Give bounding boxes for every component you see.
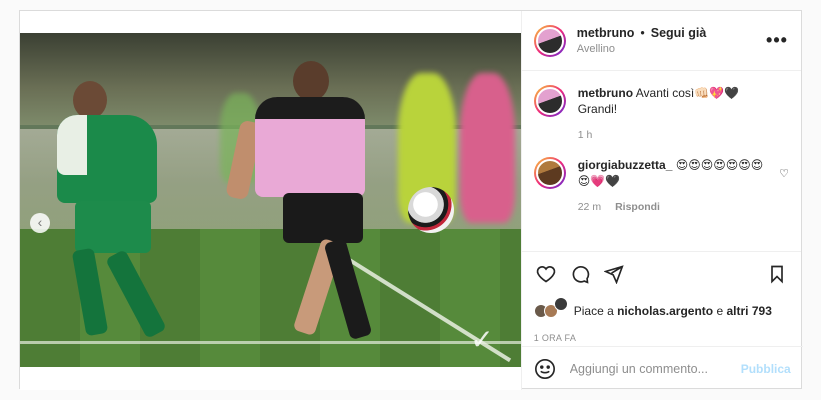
comment-text: Avanti così👊🏻💖🖤 <box>635 86 740 100</box>
list-item: metbruno Avanti così👊🏻💖🖤 Grandi! 1 h <box>533 85 789 143</box>
more-options-icon[interactable]: ••• <box>765 30 789 51</box>
post-location[interactable]: Avellino <box>577 43 765 55</box>
comment-username[interactable]: metbruno <box>578 86 633 100</box>
post-timestamp: 1 ORA FA <box>533 333 577 343</box>
comment-time: 22 m <box>577 201 602 213</box>
comments-list[interactable]: metbruno Avanti così👊🏻💖🖤 Grandi! 1 h gio… <box>522 71 801 251</box>
liker-avatar <box>553 297 568 311</box>
add-comment-bar: Pubblica <box>521 346 803 390</box>
following-button[interactable]: Segui già <box>651 26 707 40</box>
send-icon[interactable] <box>602 262 626 286</box>
bookmark-icon[interactable] <box>765 262 789 286</box>
photo-background-player <box>460 73 515 223</box>
photo-player-pink <box>225 61 375 361</box>
comment-text: 😍😍😍😍😍😍😍 <box>675 158 764 172</box>
comment-icon[interactable] <box>568 262 592 286</box>
post-media: ✓ ‹ <box>20 11 522 390</box>
liker-username[interactable]: nicholas.argento <box>617 304 713 318</box>
avatar[interactable] <box>533 157 566 189</box>
list-item: giorgiabuzzetta_ 😍😍😍😍😍😍😍 😍💗🖤 22 m Rispon… <box>533 157 789 215</box>
likes-others-count[interactable]: altri 793 <box>727 304 772 318</box>
photo-player-green <box>55 81 175 343</box>
smiley-icon[interactable] <box>534 358 556 380</box>
comment-text-line2: Grandi! <box>577 102 618 116</box>
post-photo[interactable]: ✓ ‹ <box>20 33 522 367</box>
club-watermark-icon: ✓ <box>470 324 494 355</box>
comment-username[interactable]: giorgiabuzzetta_ <box>578 158 673 172</box>
likes-summary[interactable]: Piace a nicholas.argento e altri 793 <box>533 297 789 325</box>
publish-button[interactable]: Pubblica <box>741 362 791 376</box>
likes-prefix: Piace a <box>573 304 614 318</box>
comment-time: 1 h <box>577 129 593 141</box>
photo-ball <box>408 187 454 233</box>
avatar[interactable] <box>533 85 566 117</box>
reply-button[interactable]: Rispondi <box>615 199 660 215</box>
comment-input[interactable] <box>569 361 741 376</box>
post-actions: Piace a nicholas.argento e altri 793 1 O… <box>521 251 801 343</box>
post-sidebar: metbruno • Segui già Avellino ••• metbru… <box>520 11 803 390</box>
post-header: metbruno • Segui già Avellino ••• <box>521 11 801 71</box>
heart-icon[interactable] <box>534 262 558 286</box>
likes-conjunction: e <box>716 304 724 318</box>
post-card: ✓ ‹ metbruno • Segui già Avellino ••• me… <box>19 10 803 390</box>
comment-text-line2: 😍💗🖤 <box>577 174 621 188</box>
previous-image-button[interactable]: ‹ <box>30 213 50 233</box>
comment-like-heart-icon[interactable]: ♡ <box>773 167 789 215</box>
author-username[interactable]: metbruno <box>577 26 635 40</box>
separator-dot: • <box>640 26 645 40</box>
avatar[interactable] <box>533 24 566 57</box>
